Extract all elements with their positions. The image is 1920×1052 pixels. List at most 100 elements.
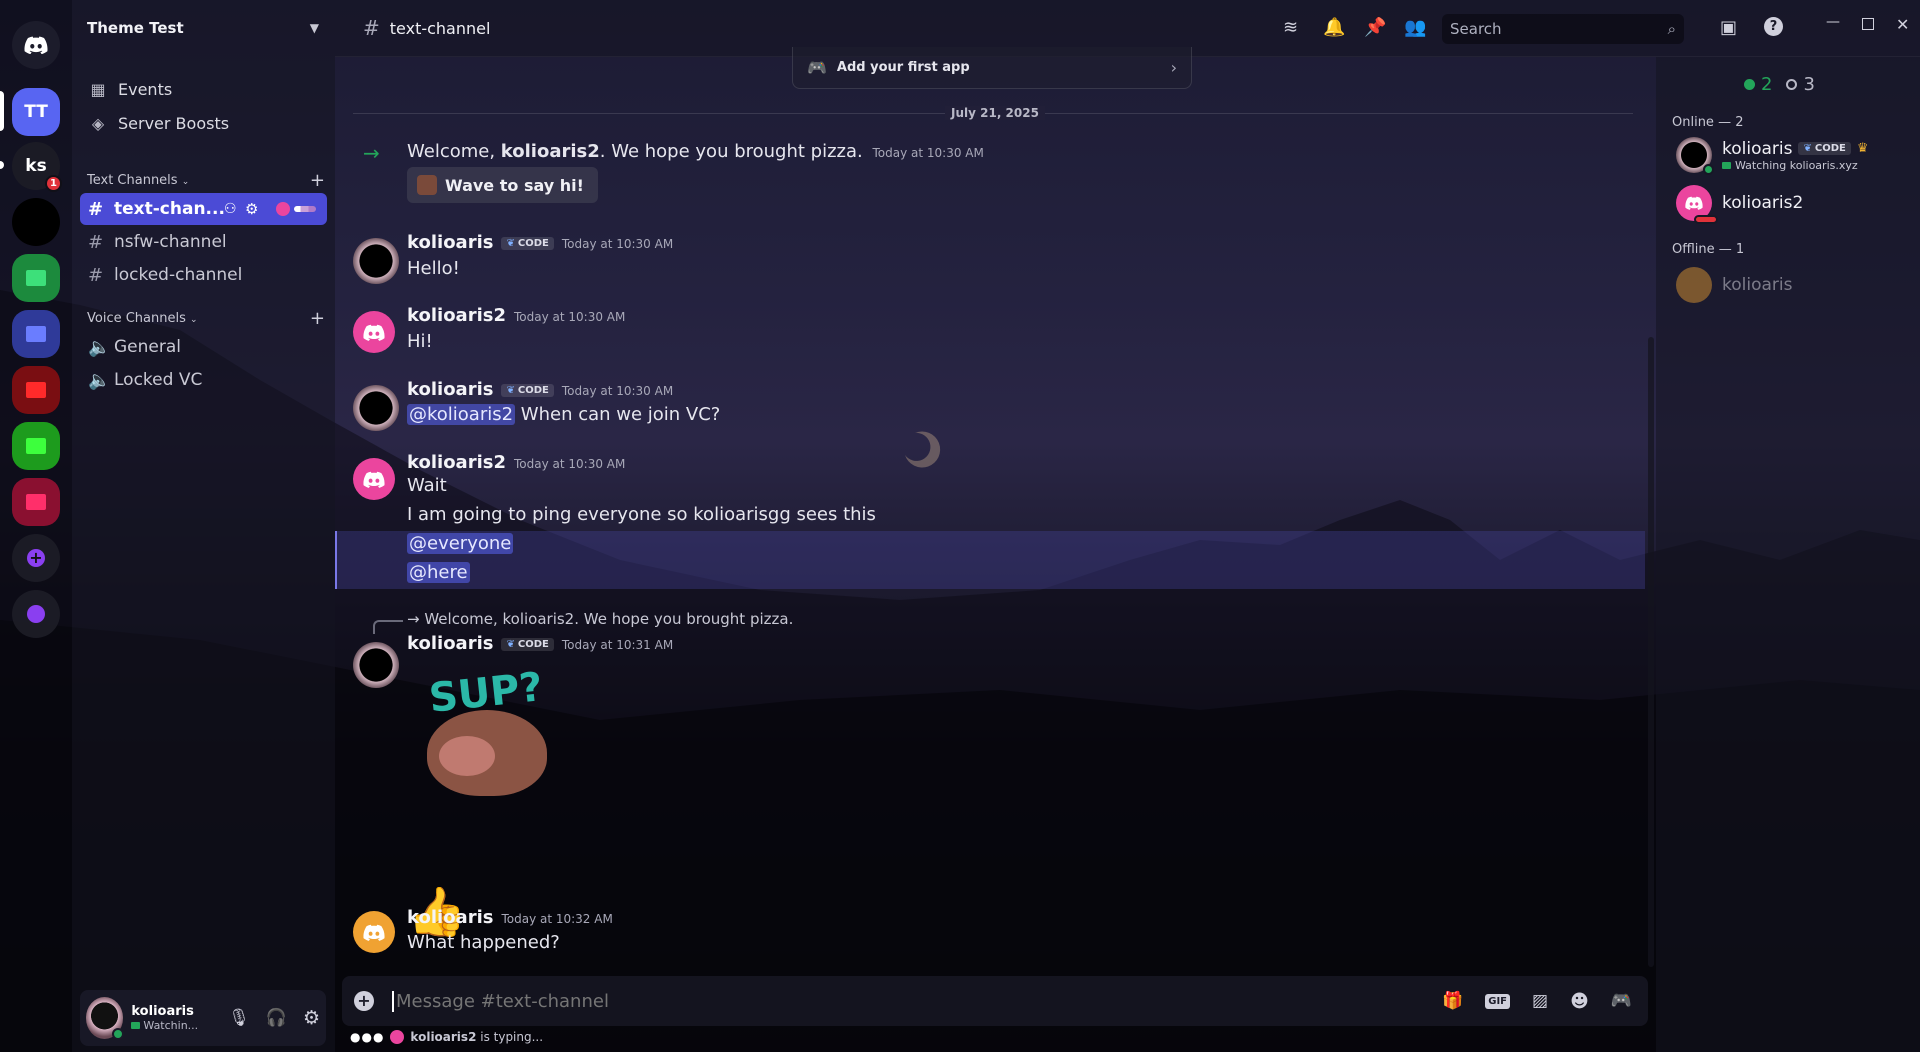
minimize-icon[interactable]: — [1826,14,1840,30]
folder-lime[interactable] [12,422,60,470]
author-name[interactable]: kolioaris [407,379,493,400]
channel-locked-channel[interactable]: # locked-channel [80,259,327,291]
avatar[interactable] [353,458,395,500]
mention-highlight [335,531,1645,589]
activities-icon[interactable]: 🎮 [1611,991,1632,1011]
events-link[interactable]: ▦ Events [72,72,335,106]
sticker[interactable]: SUP? [423,664,553,800]
channel-label: text-chan... [114,199,225,219]
user-panel: kolioaris Watchin... 🎙 🎧 ⚙ [80,990,326,1046]
guild-tag[interactable]: ❦ CODE [501,237,554,250]
gear-icon[interactable]: ⚙ [245,200,258,218]
pin-icon[interactable]: 📌 [1364,17,1386,38]
folder-pink[interactable] [12,478,60,526]
reply-spine [373,620,403,634]
avatar[interactable] [353,642,399,688]
typing-suffix: is typing... [476,1030,544,1044]
author-name[interactable]: kolioaris2 [407,305,506,326]
member-item[interactable]: kolioaris2 [1676,185,1803,224]
reply-preview[interactable]: → Welcome, kolioaris2. We hope you broug… [407,610,793,628]
guild-tag[interactable]: ❦ CODE [1798,142,1851,155]
server-ks-label: ks [25,156,47,176]
avatar[interactable] [86,997,125,1040]
channel-title: text-channel [389,18,491,38]
avatar[interactable] [353,385,399,431]
message-line: @here [407,562,470,583]
author-name[interactable]: kolioaris2 [407,452,506,473]
search-input[interactable]: Search ⌕ [1442,14,1684,44]
threads-icon[interactable]: ≋ [1283,17,1298,38]
flame-icon: ❦ [506,238,515,249]
folder-red[interactable] [12,366,60,414]
guild-tag-label: CODE [517,238,549,249]
close-icon[interactable]: ✕ [1896,15,1909,34]
app-banner[interactable]: 🎮 Add your first app › [792,47,1192,89]
scrollbar[interactable] [1648,337,1654,967]
text-category-label: Text Channels [87,172,178,188]
add-channel-icon[interactable]: + [310,170,325,191]
typing-avatar [390,1030,405,1044]
search-icon: ⌕ [1667,20,1676,38]
add-server-button[interactable]: + [12,534,60,582]
server-boosts-link[interactable]: ◈ Server Boosts [72,106,335,140]
server-tt-label: TT [24,102,48,122]
sticker-icon[interactable]: ▨ [1532,991,1548,1011]
user-mention[interactable]: @kolioaris2 [407,404,516,425]
member-item[interactable]: kolioaris ❦ CODE ♛ Watching kolioaris.xyz [1676,137,1869,175]
home-button[interactable] [12,21,60,69]
online-status [1703,164,1714,175]
gif-icon[interactable]: GIF [1485,993,1510,1009]
message-list: 🎮 Add your first app › July 21, 2025 → W… [335,47,1655,970]
server-rail: TT ks 1 + [0,0,72,1052]
guild-tag[interactable]: ❦ CODE [501,384,554,397]
author-name[interactable]: kolioaris [407,232,493,253]
avatar[interactable] [353,311,395,353]
everyone-mention[interactable]: @everyone [407,533,514,554]
avatar[interactable] [353,911,395,953]
text-channels-category[interactable]: Text Channels ⌄ + [72,168,335,192]
speaker-icon: 🔈 [88,336,111,358]
member-item[interactable]: kolioaris [1676,267,1792,303]
gift-icon[interactable]: 🎁 [1442,991,1463,1011]
welcome-user[interactable]: kolioaris2 [501,141,600,162]
timestamp: Today at 10:30 AM [561,237,674,251]
member-counts: 2 3 [1744,74,1815,95]
bell-icon[interactable]: 🔔 [1323,17,1345,38]
search-placeholder: Search [1450,20,1502,38]
channel-nsfw-channel[interactable]: # nsfw-channel [80,226,327,258]
server-tt[interactable]: TT [12,88,60,136]
server-ks[interactable]: ks 1 [12,142,62,192]
inbox-icon[interactable]: ▣ [1720,17,1737,38]
emoji-icon[interactable]: ☻ [1570,991,1589,1012]
voice-channel-general[interactable]: 🔈 General [80,331,327,363]
server-header[interactable]: Theme Test ▼ [72,0,335,56]
folder-green[interactable] [12,254,60,302]
avatar[interactable] [353,238,399,284]
message-input[interactable] [392,990,1392,1012]
here-mention[interactable]: @here [407,562,470,583]
headphones-icon[interactable]: 🎧 [266,1008,287,1028]
wave-button[interactable]: Wave to say hi! [407,167,598,203]
discover-button[interactable] [12,590,60,638]
author-name[interactable]: kolioaris [407,633,493,654]
channel-text-channel[interactable]: # text-chan... ⚇ ⚙ [80,193,327,225]
folder-blue[interactable] [12,310,60,358]
help-icon[interactable]: ? [1764,17,1783,36]
author-name[interactable]: kolioaris [407,907,493,928]
microphone-icon[interactable]: 🎙 [228,1008,250,1028]
settings-icon[interactable]: ⚙ [303,1007,320,1029]
attach-button[interactable]: + [354,991,374,1011]
voice-channel-locked-vc[interactable]: 🔈 Locked VC [80,364,327,396]
invite-icon[interactable]: ⚇ [224,201,237,217]
add-channel-icon[interactable]: + [310,308,325,329]
server-dark[interactable] [12,198,60,246]
flame-icon: ❦ [1803,143,1812,154]
guild-tag[interactable]: ❦ CODE [501,638,554,651]
voice-channels-category[interactable]: Voice Channels ⌄ + [72,306,335,330]
plus-circle-icon: + [27,549,45,567]
user-status: Watchin... [143,1019,199,1032]
timestamp: Today at 10:30 AM [561,384,674,398]
members-icon[interactable]: 👥 [1404,17,1426,38]
watching-icon [1722,161,1731,169]
maximize-icon[interactable] [1862,18,1874,30]
